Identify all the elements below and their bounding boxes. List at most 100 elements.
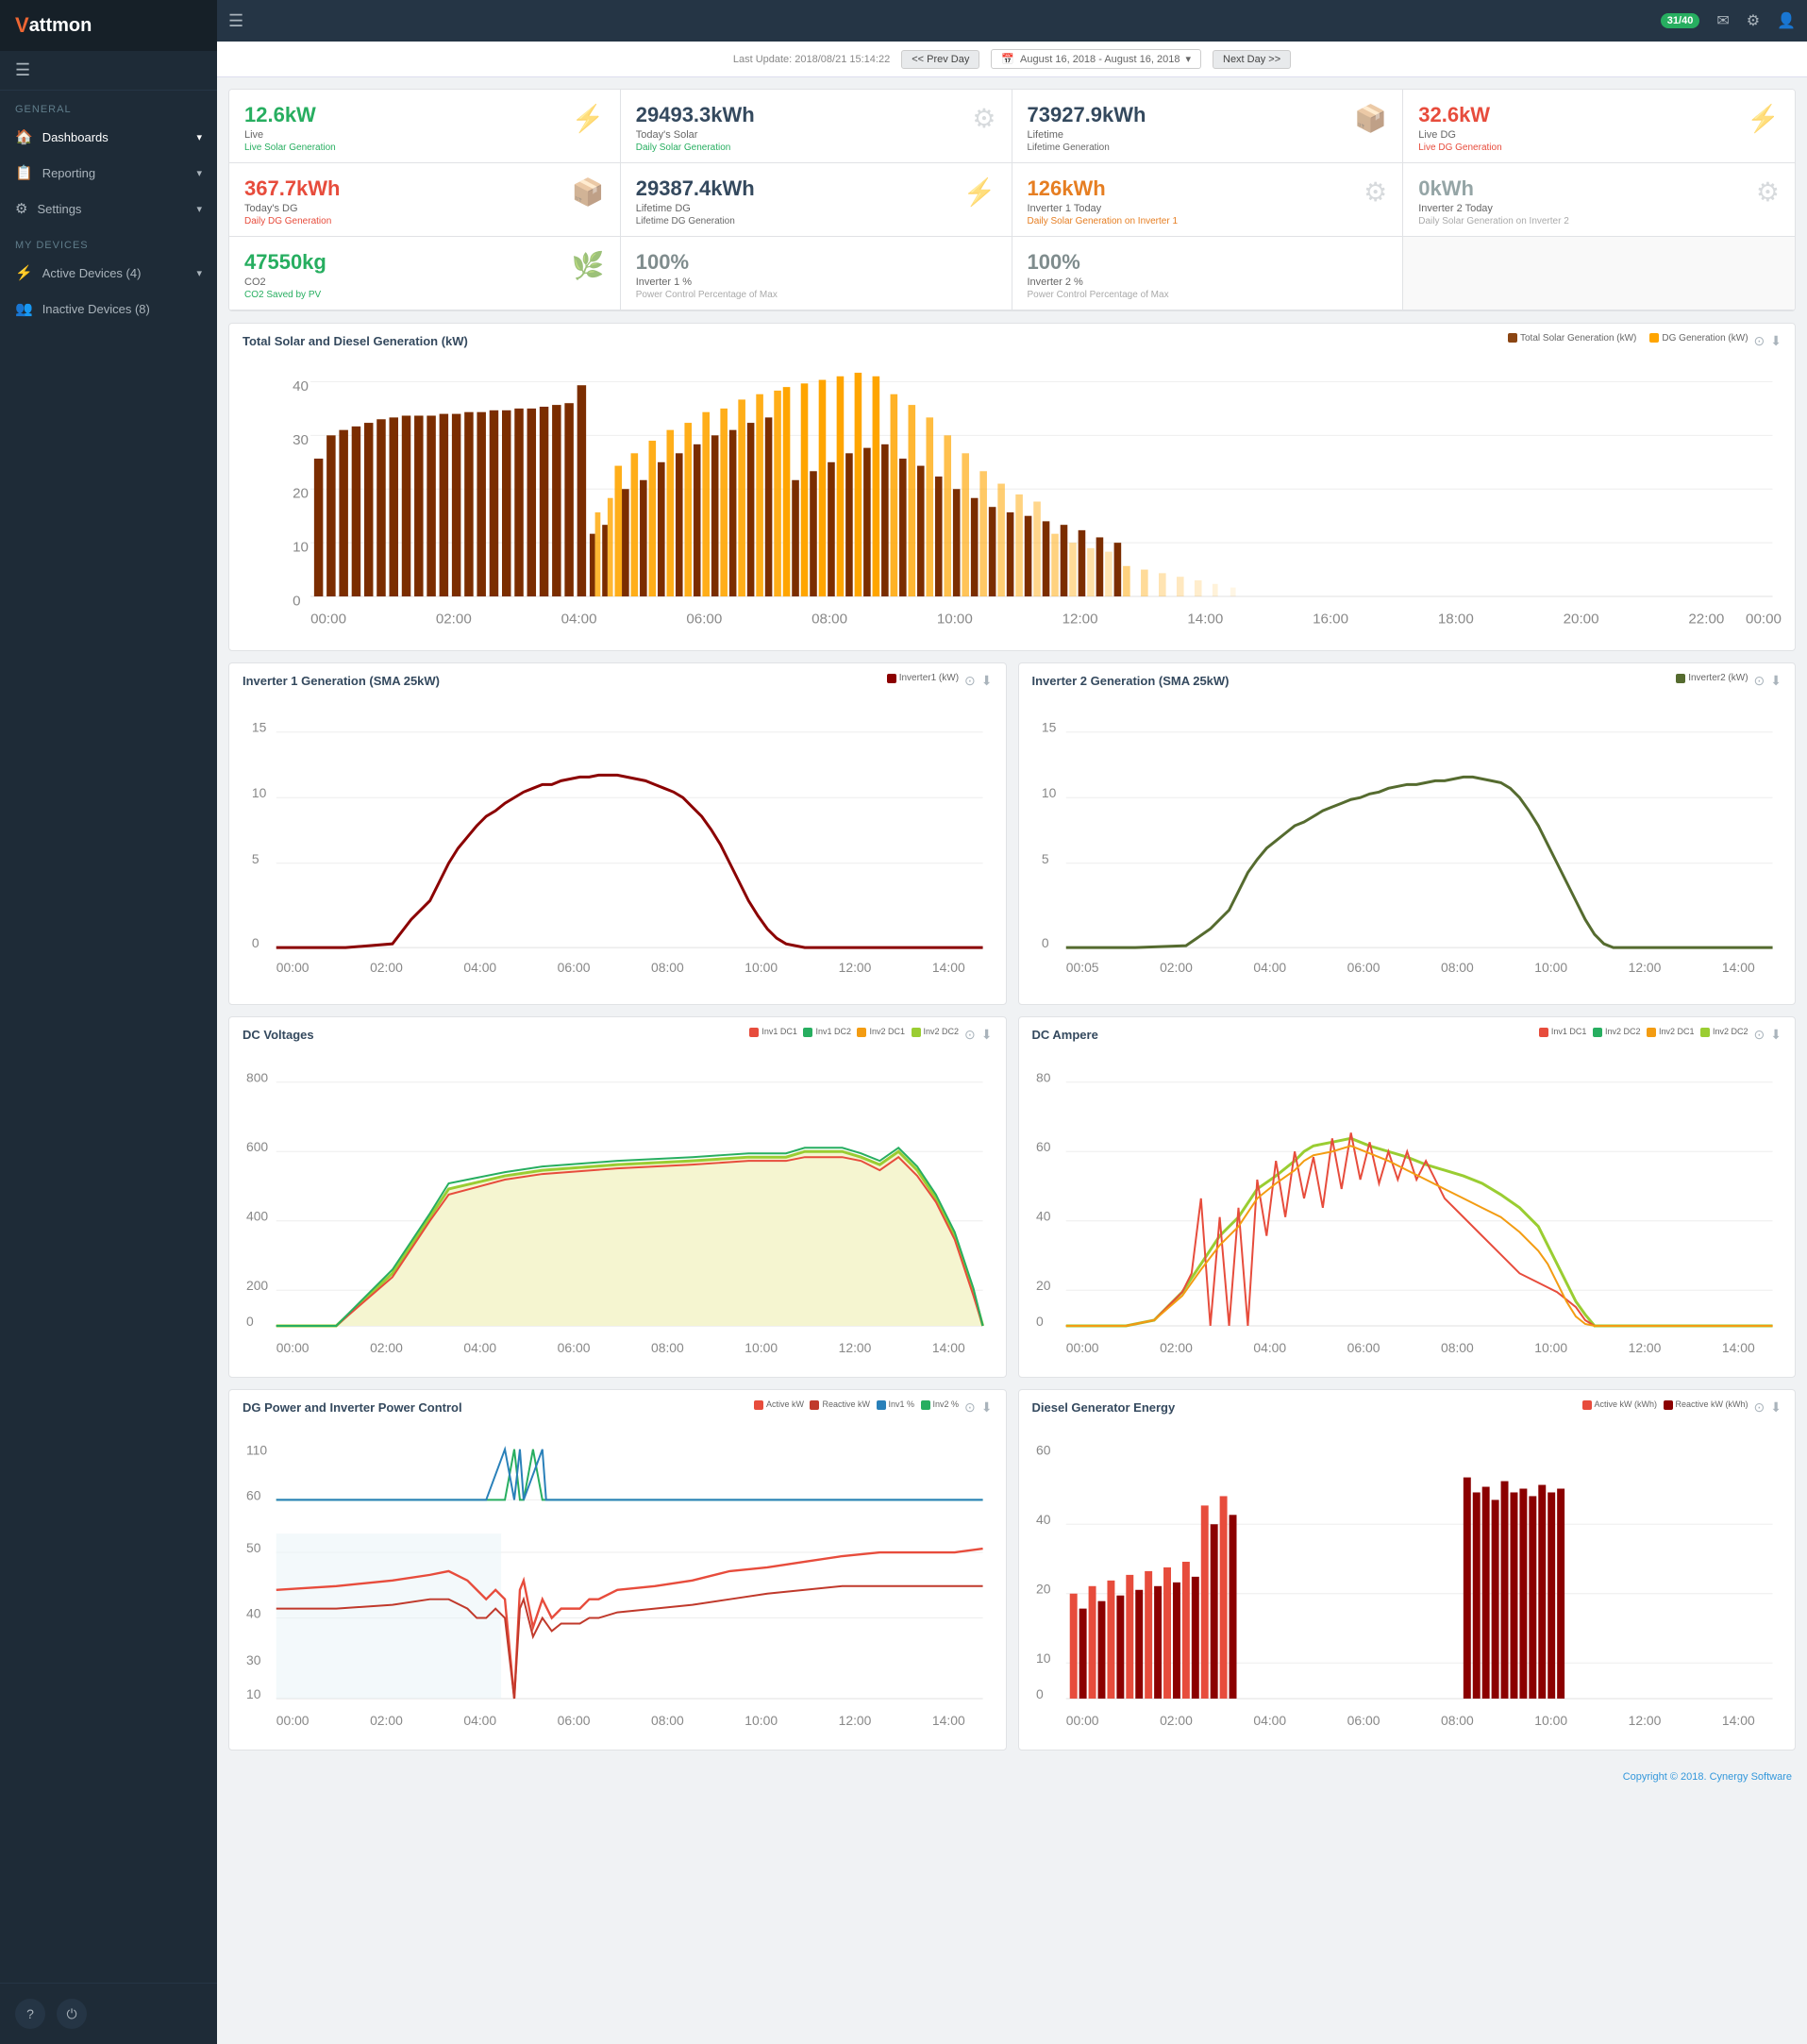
kpi-today-solar: 29493.3kWh Today's Solar Daily Solar Gen… — [621, 90, 1012, 163]
chart-download-icon[interactable]: ⬇ — [1770, 333, 1782, 349]
svg-text:60: 60 — [1035, 1443, 1050, 1458]
kpi-co2-label: CO2 — [244, 276, 572, 288]
svg-text:00:00: 00:00 — [310, 611, 346, 627]
svg-text:12:00: 12:00 — [1628, 1713, 1661, 1728]
svg-text:08:00: 08:00 — [651, 1713, 684, 1728]
chevron-down-icon: ▾ — [196, 167, 202, 179]
dgpower-svg: 110 60 50 40 30 10 — [243, 1421, 993, 1740]
kpi-inv1-pct-value: 100% — [636, 250, 996, 275]
kpi-inv1-today: 126kWh Inverter 1 Today Daily Solar Gene… — [1012, 163, 1404, 237]
hamburger-icon[interactable]: ☰ — [15, 60, 30, 79]
svg-text:400: 400 — [246, 1209, 268, 1224]
kpi-lifetime: 73927.9kWh Lifetime Lifetime Generation … — [1012, 90, 1404, 163]
hamburger-menu[interactable]: ☰ — [0, 51, 217, 91]
svg-text:30: 30 — [246, 1652, 261, 1667]
kpi-live-dg: 32.6kW Live DG Live DG Generation ⚡ — [1403, 90, 1795, 163]
dgenergy-title: Diesel Generator Energy — [1032, 1400, 1176, 1415]
svg-text:02:00: 02:00 — [370, 1340, 403, 1355]
sidebar-dashboards-label: Dashboards — [42, 130, 109, 144]
inv1-download-icon[interactable]: ⬇ — [981, 673, 993, 689]
svg-text:30: 30 — [293, 432, 309, 448]
svg-text:10:00: 10:00 — [745, 1713, 778, 1728]
inv2-expand-icon[interactable]: ⊙ — [1754, 673, 1765, 689]
logo: V attmon — [0, 0, 217, 51]
svg-text:20: 20 — [293, 486, 309, 502]
sidebar-item-inactive-devices[interactable]: 👥 Inactive Devices (8) — [0, 291, 217, 327]
date-range-text: August 16, 2018 - August 16, 2018 — [1020, 54, 1180, 65]
sidebar-item-active-devices[interactable]: ⚡ Active Devices (4) ▾ — [0, 255, 217, 291]
svg-text:02:00: 02:00 — [1160, 1340, 1193, 1355]
device-badge: 31/40 — [1661, 13, 1700, 28]
dgenergy-expand-icon[interactable]: ⊙ — [1754, 1399, 1765, 1416]
svg-text:0: 0 — [1035, 1686, 1043, 1701]
kpi-inv1-today-sublabel: Daily Solar Generation on Inverter 1 — [1028, 216, 1364, 226]
svg-text:14:00: 14:00 — [1721, 1713, 1754, 1728]
kpi-live-solar: 12.6kW Live Live Solar Generation ⚡ — [229, 90, 621, 163]
kpi-bolt-icon: ⚡ — [572, 103, 605, 134]
dg-charts-row: DG Power and Inverter Power Control Acti… — [228, 1389, 1796, 1751]
svg-text:10:00: 10:00 — [1534, 1340, 1567, 1355]
svg-text:12:00: 12:00 — [1628, 1340, 1661, 1355]
svg-text:04:00: 04:00 — [1253, 1340, 1286, 1355]
total-solar-dg-svg: 40 30 20 10 0 — [243, 355, 1782, 641]
svg-text:06:00: 06:00 — [558, 960, 591, 975]
logo-rest: attmon — [29, 15, 92, 37]
kpi-inv2-pct-sublabel: Power Control Percentage of Max — [1028, 290, 1388, 300]
kpi-co2-sublabel: CO2 Saved by PV — [244, 290, 572, 300]
chart-expand-icon[interactable]: ⊙ — [1754, 333, 1765, 349]
sidebar-item-reporting[interactable]: 📋 Reporting ▾ — [0, 155, 217, 191]
top-bar: ☰ 31/40 ✉ ⚙ 👤 — [217, 0, 1807, 42]
sidebar-activedevices-label: Active Devices (4) — [42, 266, 142, 280]
settings-gear-icon[interactable]: ⚙ — [1747, 11, 1760, 30]
dca-expand-icon[interactable]: ⊙ — [1754, 1027, 1765, 1043]
prev-day-button[interactable]: << Prev Day — [901, 50, 979, 69]
dcv-download-icon[interactable]: ⬇ — [981, 1027, 993, 1043]
kpi-live-dg-value: 32.6kW — [1418, 103, 1747, 127]
kpi-inv2-today: 0kWh Inverter 2 Today Daily Solar Genera… — [1403, 163, 1795, 237]
svg-text:600: 600 — [246, 1139, 268, 1154]
inv1-expand-icon[interactable]: ⊙ — [964, 673, 976, 689]
svg-text:06:00: 06:00 — [558, 1713, 591, 1728]
inv1-generation-chart: Inverter 1 Generation (SMA 25kW) Inverte… — [228, 662, 1007, 1005]
svg-text:12:00: 12:00 — [1628, 960, 1661, 975]
sidebar-item-dashboards[interactable]: 🏠 Dashboards ▾ — [0, 119, 217, 155]
help-button[interactable]: ? — [15, 1999, 45, 2029]
svg-text:00:00: 00:00 — [276, 960, 310, 975]
message-icon[interactable]: ✉ — [1716, 11, 1729, 30]
svg-text:10: 10 — [1041, 786, 1056, 801]
dg-energy-chart: Diesel Generator Energy Active kW (kWh) … — [1018, 1389, 1797, 1751]
kpi-today-solar-label: Today's Solar — [636, 129, 973, 141]
sidebar-item-settings[interactable]: ⚙ Settings ▾ — [0, 191, 217, 226]
calendar-icon: 📅 — [1001, 53, 1014, 65]
svg-text:10: 10 — [1035, 1650, 1050, 1666]
svg-text:00:00: 00:00 — [1746, 611, 1782, 627]
kpi-lifetime-label: Lifetime — [1028, 129, 1355, 141]
inv2-download-icon[interactable]: ⬇ — [1770, 673, 1782, 689]
svg-text:15: 15 — [1041, 720, 1056, 735]
svg-text:10:00: 10:00 — [1534, 1713, 1567, 1728]
dca-download-icon[interactable]: ⬇ — [1770, 1027, 1782, 1043]
inv1-title: Inverter 1 Generation (SMA 25kW) — [243, 674, 440, 688]
dca-legend: Inv1 DC1 Inv2 DC2 Inv2 DC1 Inv2 DC2 — [1539, 1027, 1748, 1043]
sidebar-settings-label: Settings — [37, 202, 81, 216]
dgenergy-download-icon[interactable]: ⬇ — [1770, 1399, 1782, 1416]
kpi-live-solar-sublabel: Live Solar Generation — [244, 142, 572, 153]
menu-toggle-icon[interactable]: ☰ — [228, 11, 243, 31]
kpi-today-dg-label: Today's DG — [244, 203, 572, 214]
inv2-title: Inverter 2 Generation (SMA 25kW) — [1032, 674, 1230, 688]
svg-text:08:00: 08:00 — [651, 1340, 684, 1355]
svg-text:10: 10 — [252, 786, 267, 801]
kpi-inv1-today-value: 126kWh — [1028, 176, 1364, 201]
kpi-live-solar-label: Live — [244, 129, 572, 141]
dcv-expand-icon[interactable]: ⊙ — [964, 1027, 976, 1043]
dc-charts-row: DC Voltages Inv1 DC1 Inv1 DC2 Inv2 DC1 I… — [228, 1016, 1796, 1378]
svg-text:04:00: 04:00 — [463, 1713, 496, 1728]
date-range-picker[interactable]: 📅 August 16, 2018 - August 16, 2018 ▾ — [991, 49, 1201, 69]
power-button[interactable]: ⏻ — [57, 1999, 87, 2029]
next-day-button[interactable]: Next Day >> — [1213, 50, 1291, 69]
sidebar-bottom: ? ⏻ — [0, 1983, 217, 2044]
user-icon[interactable]: 👤 — [1777, 11, 1796, 30]
dgpower-download-icon[interactable]: ⬇ — [981, 1399, 993, 1416]
dgpower-expand-icon[interactable]: ⊙ — [964, 1399, 976, 1416]
svg-text:14:00: 14:00 — [932, 960, 965, 975]
